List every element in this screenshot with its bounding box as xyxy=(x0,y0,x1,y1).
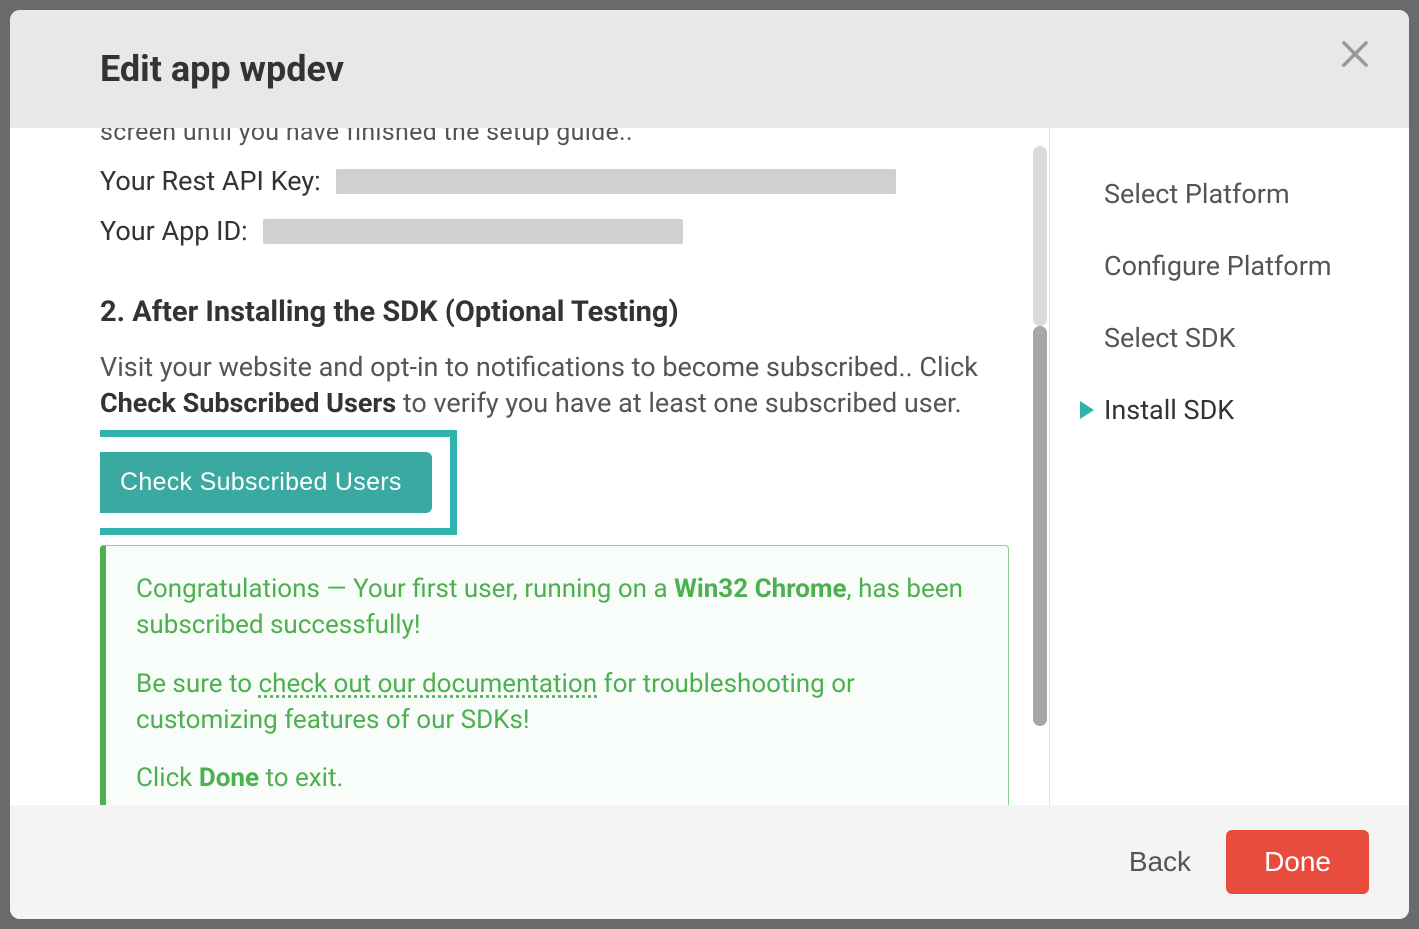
highlight-box: Check Subscribed Users xyxy=(100,430,457,535)
step-label: Select SDK xyxy=(1104,322,1236,354)
step-label: Configure Platform xyxy=(1104,250,1332,282)
success-message-box: Congratulations — Your first user, runni… xyxy=(100,545,1009,805)
scrollbar[interactable] xyxy=(1033,146,1047,726)
app-id-value-redacted xyxy=(263,219,683,244)
step-label: Install SDK xyxy=(1104,394,1234,426)
check-subscribed-users-button[interactable]: Check Subscribed Users xyxy=(100,452,432,513)
step-install-sdk[interactable]: Install SDK xyxy=(1070,374,1389,446)
step-label: Select Platform xyxy=(1104,178,1290,210)
done-button[interactable]: Done xyxy=(1226,830,1369,894)
success-platform: Win32 Chrome xyxy=(674,574,846,604)
modal-footer: Back Done xyxy=(10,805,1409,919)
success-line-2: Be sure to check out our documentation f… xyxy=(136,666,978,739)
steps-sidebar: Select Platform Configure Platform Selec… xyxy=(1049,128,1409,805)
app-id-row: Your App ID: xyxy=(100,215,1009,247)
documentation-link[interactable]: check out our documentation xyxy=(259,669,598,699)
api-key-row: Your Rest API Key: xyxy=(100,165,1009,197)
success-done-word: Done xyxy=(199,763,259,793)
success-line-3: Click Done to exit. xyxy=(136,760,978,796)
app-id-label: Your App ID: xyxy=(100,215,248,247)
section-2-text-bold: Check Subscribed Users xyxy=(100,387,396,419)
main-content: screen until you have finished the setup… xyxy=(10,128,1049,805)
caret-right-icon xyxy=(1080,401,1094,419)
scrollbar-thumb[interactable] xyxy=(1033,326,1047,726)
step-select-platform[interactable]: Select Platform xyxy=(1070,158,1389,230)
close-icon xyxy=(1336,35,1374,73)
back-button[interactable]: Back xyxy=(1129,846,1191,878)
section-2-heading: 2. After Installing the SDK (Optional Te… xyxy=(100,295,1009,329)
api-key-label: Your Rest API Key: xyxy=(100,165,321,197)
close-button[interactable] xyxy=(1336,35,1374,77)
step-select-sdk[interactable]: Select SDK xyxy=(1070,302,1389,374)
api-key-value-redacted xyxy=(336,169,896,194)
step-configure-platform[interactable]: Configure Platform xyxy=(1070,230,1389,302)
modal-title: Edit app wpdev xyxy=(100,48,1319,90)
scroll-area[interactable]: screen until you have finished the setup… xyxy=(100,128,1049,805)
truncated-text: screen until you have finished the setup… xyxy=(100,128,1009,147)
modal-header: Edit app wpdev xyxy=(10,10,1409,128)
scrollbar-track-bg xyxy=(1033,146,1047,326)
success-line-1: Congratulations — Your first user, runni… xyxy=(136,571,978,644)
modal-body: screen until you have finished the setup… xyxy=(10,128,1409,805)
section-2-text-part2: to verify you have at least one subscrib… xyxy=(396,387,962,419)
section-2-text-part1: Visit your website and opt-in to notific… xyxy=(100,351,978,383)
edit-app-modal: Edit app wpdev screen until you have fin… xyxy=(10,10,1409,919)
section-2-text: Visit your website and opt-in to notific… xyxy=(100,349,1009,422)
